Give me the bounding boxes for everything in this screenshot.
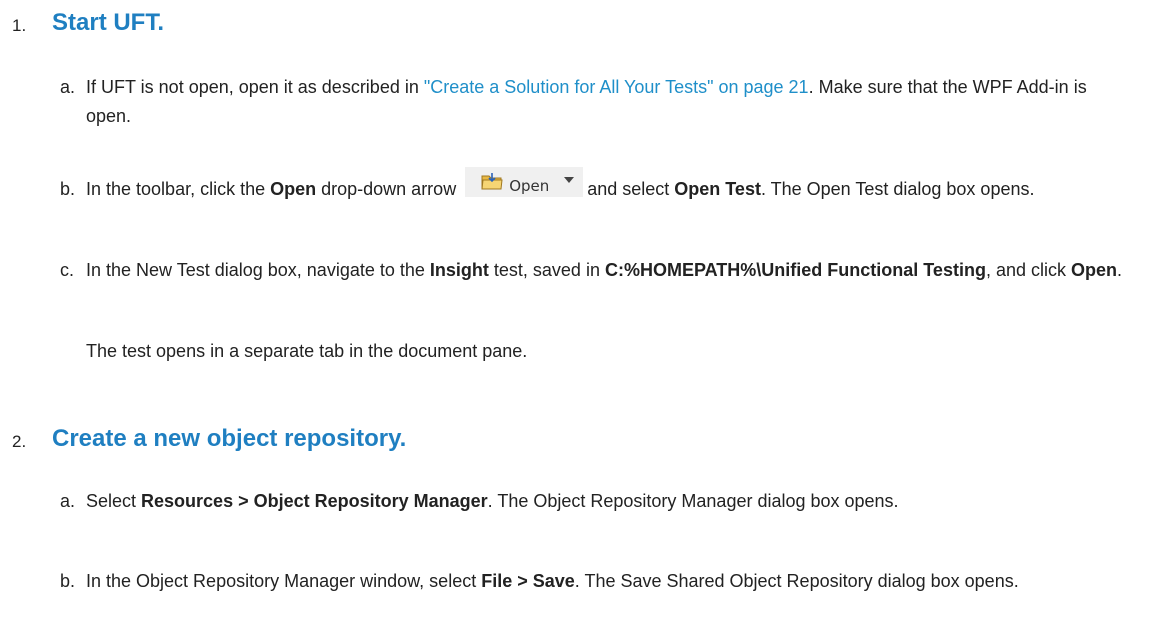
item-bold-text: Open xyxy=(270,179,317,199)
item-bold-text: Open Test xyxy=(674,179,761,199)
item-bold-text: Insight xyxy=(429,260,489,280)
item-text: drop-down arrow xyxy=(316,179,457,199)
item-text: and select xyxy=(587,179,675,199)
item-text: In the Object Repository Manager window,… xyxy=(86,571,482,591)
item-text: If UFT is not open, open it as described… xyxy=(86,77,424,97)
item-letter: b. xyxy=(60,179,76,199)
item-text: test, saved in xyxy=(488,260,605,280)
item-text: . The Object Repository Manager dialog b… xyxy=(487,491,899,511)
item-letter: c. xyxy=(60,260,75,280)
step-title: Start UFT. xyxy=(52,9,165,36)
item-bold-text: Resources > Object Repository Manager xyxy=(141,491,488,511)
item-bold-text: File > Save xyxy=(481,571,575,591)
step-number: 1. xyxy=(12,16,27,35)
item-text: , and click xyxy=(985,260,1071,280)
step-title: Create a new object repository. xyxy=(52,425,407,452)
item-letter: a. xyxy=(60,77,76,97)
item-text: In the New Test dialog box, navigate to … xyxy=(86,260,430,280)
item-letter: b. xyxy=(60,571,76,591)
step-number: 2. xyxy=(12,432,27,451)
item-text: In the toolbar, click the xyxy=(86,179,271,199)
chevron-down-icon[interactable] xyxy=(564,177,575,184)
item-bold-text: Open xyxy=(1071,260,1118,280)
step-1-note: The test opens in a separate tab in the … xyxy=(86,341,528,361)
item-text: . The Save Shared Object Repository dial… xyxy=(574,571,1019,591)
open-button-label: Open xyxy=(509,177,550,196)
item-letter: a. xyxy=(60,491,76,511)
item-text: . xyxy=(1117,260,1123,280)
item-text: . The Open Test dialog box opens. xyxy=(760,179,1035,199)
open-folder-icon xyxy=(481,173,503,190)
item-bold-text: C:%HOMEPATH%\Unified Functional Testing xyxy=(604,260,986,280)
open-toolbar-button[interactable]: Open xyxy=(465,167,584,198)
cross-reference-link[interactable]: "Create a Solution for All Your Tests" o… xyxy=(424,77,809,97)
item-text: Select xyxy=(86,491,142,511)
